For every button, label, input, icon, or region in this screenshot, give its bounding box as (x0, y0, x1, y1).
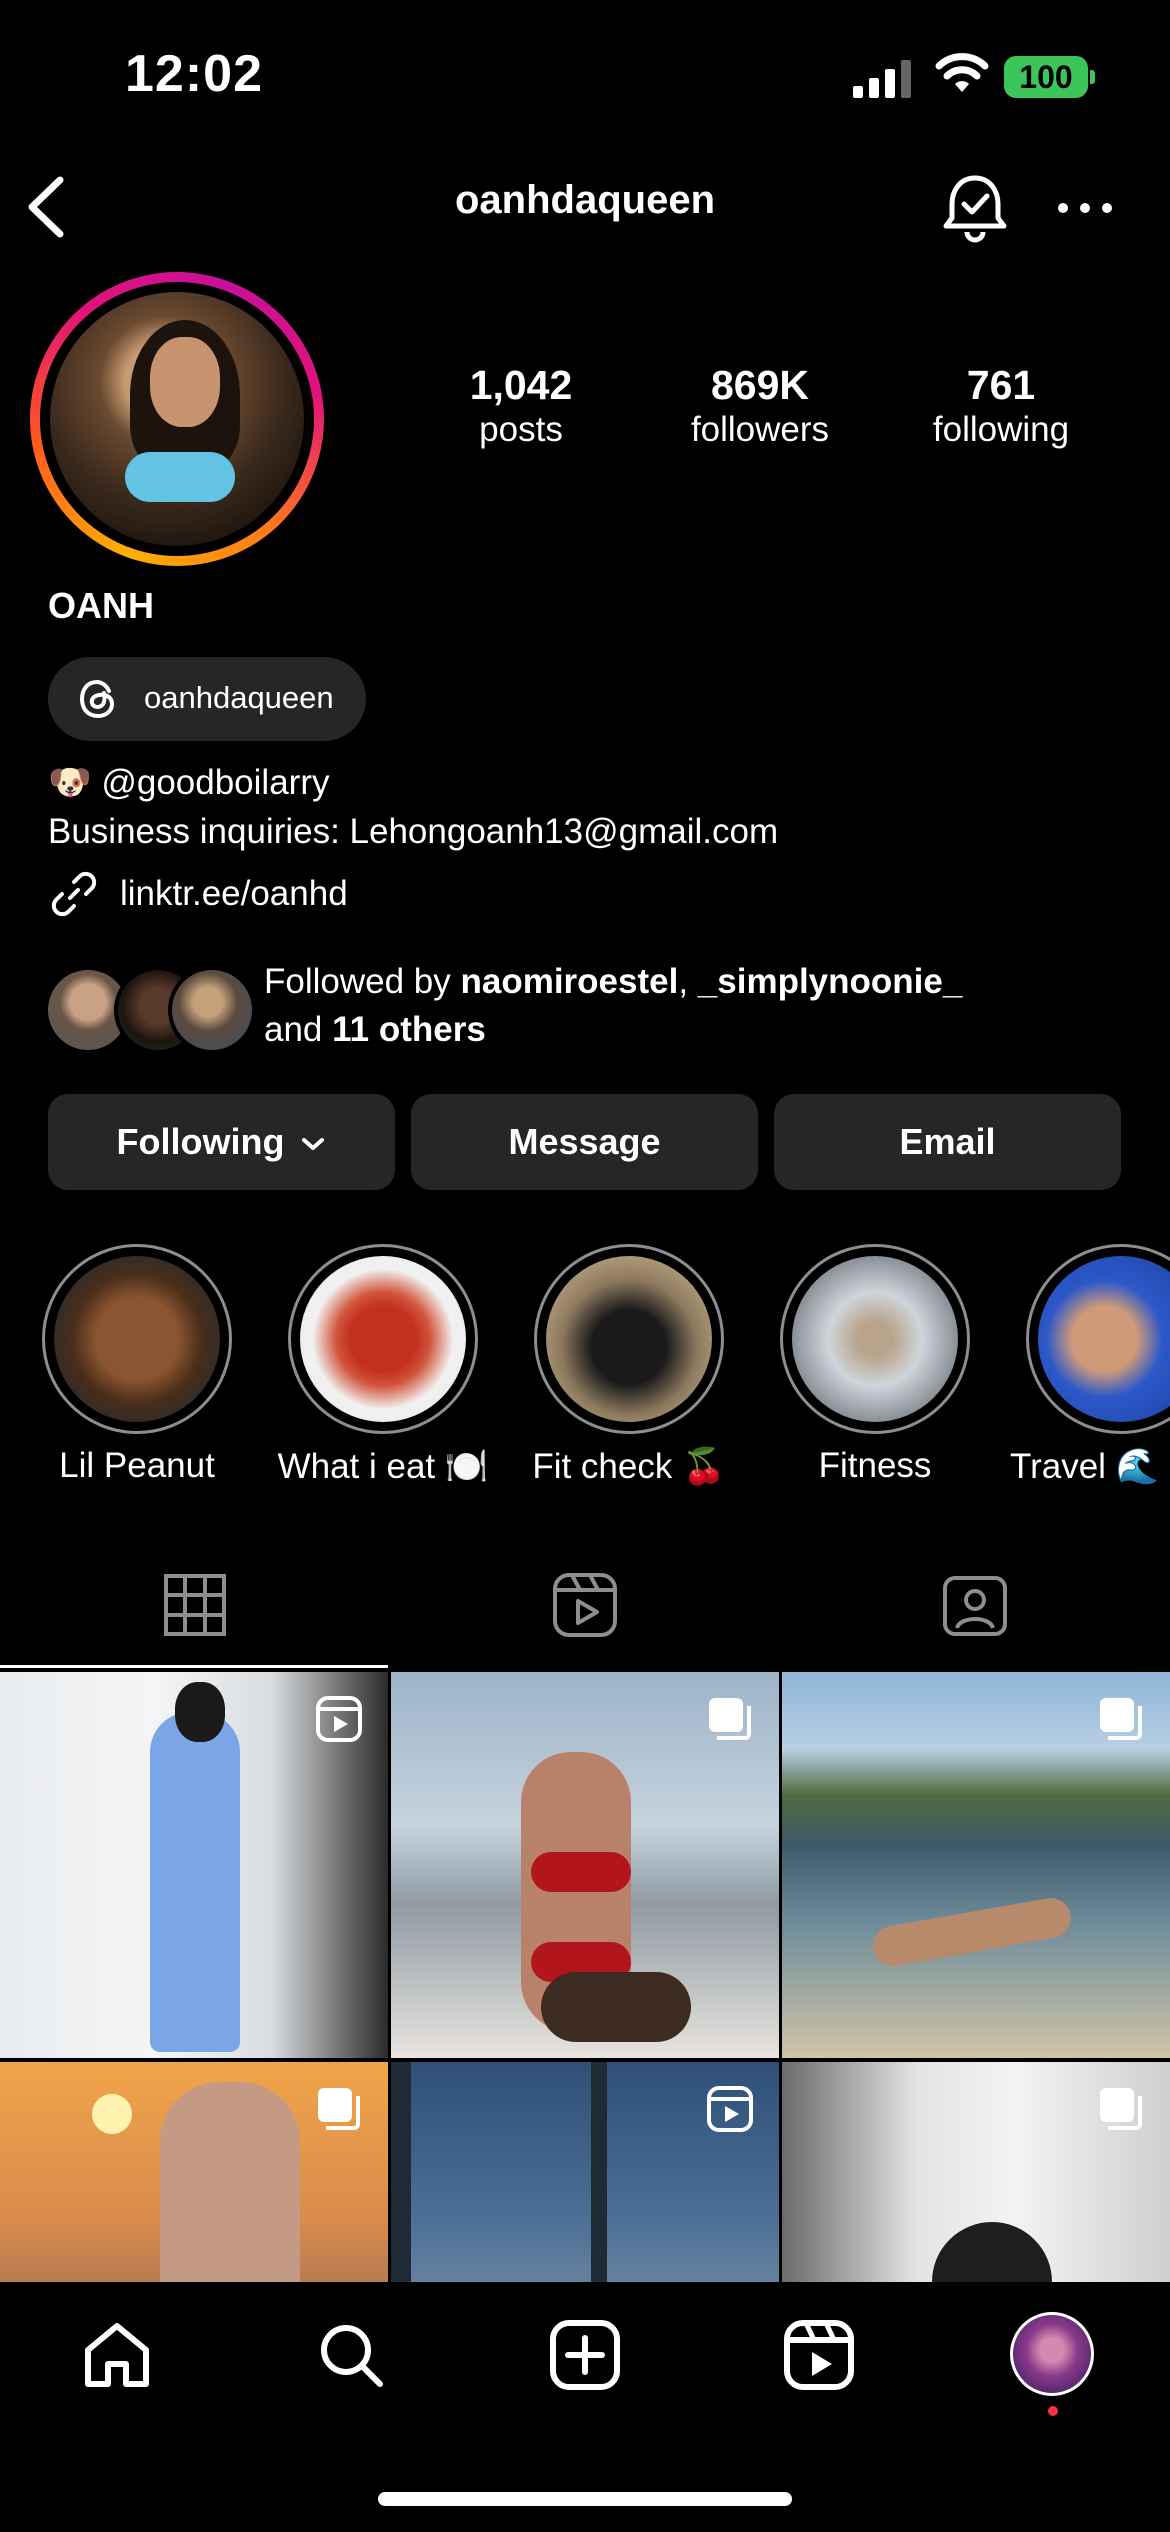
battery-nub (1090, 70, 1095, 84)
back-arrow-icon[interactable] (20, 172, 74, 242)
carousel-badge-icon (318, 2088, 360, 2130)
mutual-follower-avatar-3[interactable] (168, 966, 256, 1054)
following-button-label: Following (116, 1121, 285, 1162)
reels-icon[interactable] (550, 1570, 620, 1640)
highlight-label-travel: Travel 🌊 (1010, 1447, 1160, 1486)
active-tab-indicator (0, 1665, 388, 1668)
status-time: 12:02 (125, 45, 263, 103)
more-options-icon[interactable] (1055, 190, 1115, 226)
highlight-lil-peanut[interactable] (42, 1244, 232, 1434)
notification-dot (1048, 2406, 1058, 2416)
email-button[interactable]: Email (774, 1094, 1121, 1190)
highlight-label-lil-peanut: Lil Peanut (59, 1446, 215, 1485)
profile-tab-avatar[interactable] (1010, 2312, 1094, 2396)
highlight-fit-check[interactable] (534, 1244, 724, 1434)
home-icon[interactable] (80, 2318, 154, 2392)
reel-badge-icon (316, 1696, 362, 1742)
stat-following-label: following (932, 410, 1070, 449)
wifi-icon (935, 53, 989, 92)
threads-icon (79, 679, 115, 719)
mutual-others-count: 11 others (332, 1010, 486, 1049)
stat-following[interactable]: 761 following (901, 362, 1101, 452)
external-link[interactable]: linktr.ee/oanhd (120, 874, 348, 914)
chevron-down-icon (302, 1138, 325, 1151)
bio-line-1: 🐶 @goodboilarry (48, 762, 329, 803)
stat-followers-value: 869K (710, 362, 809, 408)
profile-full-name: OANH (48, 585, 154, 626)
message-button[interactable]: Message (411, 1094, 758, 1190)
stat-posts-label: posts (479, 410, 563, 449)
stat-following-value: 761 (966, 362, 1036, 408)
stat-posts-value: 1,042 (469, 362, 573, 408)
highlight-what-i-eat[interactable] (288, 1244, 478, 1434)
stat-posts[interactable]: 1,042 posts (421, 362, 621, 452)
cellular-signal-icon (853, 60, 911, 98)
mutual-user-2: _simplynoonie_ (697, 962, 963, 1001)
tagged-icon[interactable] (940, 1570, 1010, 1640)
followed-by-text[interactable]: Followed by naomiroestel, _simplynoonie_… (264, 958, 962, 1054)
highlight-label-fit-check: Fit check 🍒 (532, 1447, 726, 1486)
bio-emoji: 🐶 (48, 763, 92, 802)
stat-followers-label: followers (690, 410, 830, 449)
highlight-label-fitness: Fitness (818, 1446, 932, 1485)
grid-icon[interactable] (160, 1570, 230, 1640)
notification-bell-icon[interactable] (940, 172, 1010, 244)
highlight-label-what-i-eat: What i eat 🍽️ (277, 1447, 489, 1486)
highlight-travel[interactable] (1026, 1244, 1170, 1434)
followed-by-separator: , (678, 962, 698, 1001)
threads-handle: oanhdaqueen (144, 680, 334, 715)
carousel-badge-icon (1100, 2088, 1142, 2130)
profile-avatar[interactable] (50, 292, 304, 546)
threads-badge[interactable]: oanhdaqueen (48, 657, 366, 741)
highlight-fitness[interactable] (780, 1244, 970, 1434)
bio-line-2: Business inquiries: Lehongoanh13@gmail.c… (48, 812, 779, 851)
create-post-icon[interactable] (548, 2318, 622, 2392)
reels-nav-icon[interactable] (782, 2318, 856, 2392)
mutual-user-1: naomiroestel (460, 962, 679, 1001)
reel-badge-icon (707, 2086, 753, 2132)
following-button[interactable]: Following (48, 1094, 395, 1190)
link-icon (51, 871, 97, 917)
battery-indicator: 100 (1004, 56, 1088, 98)
home-indicator (378, 2492, 792, 2506)
carousel-badge-icon (709, 1698, 751, 1740)
bio-mention-link[interactable]: @goodboilarry (101, 763, 329, 802)
carousel-badge-icon (1100, 1698, 1142, 1740)
followed-by-prefix: Followed by (264, 962, 461, 1001)
followed-by-and: and (264, 1010, 333, 1049)
search-icon[interactable] (314, 2318, 388, 2392)
stat-followers[interactable]: 869K followers (660, 362, 860, 452)
